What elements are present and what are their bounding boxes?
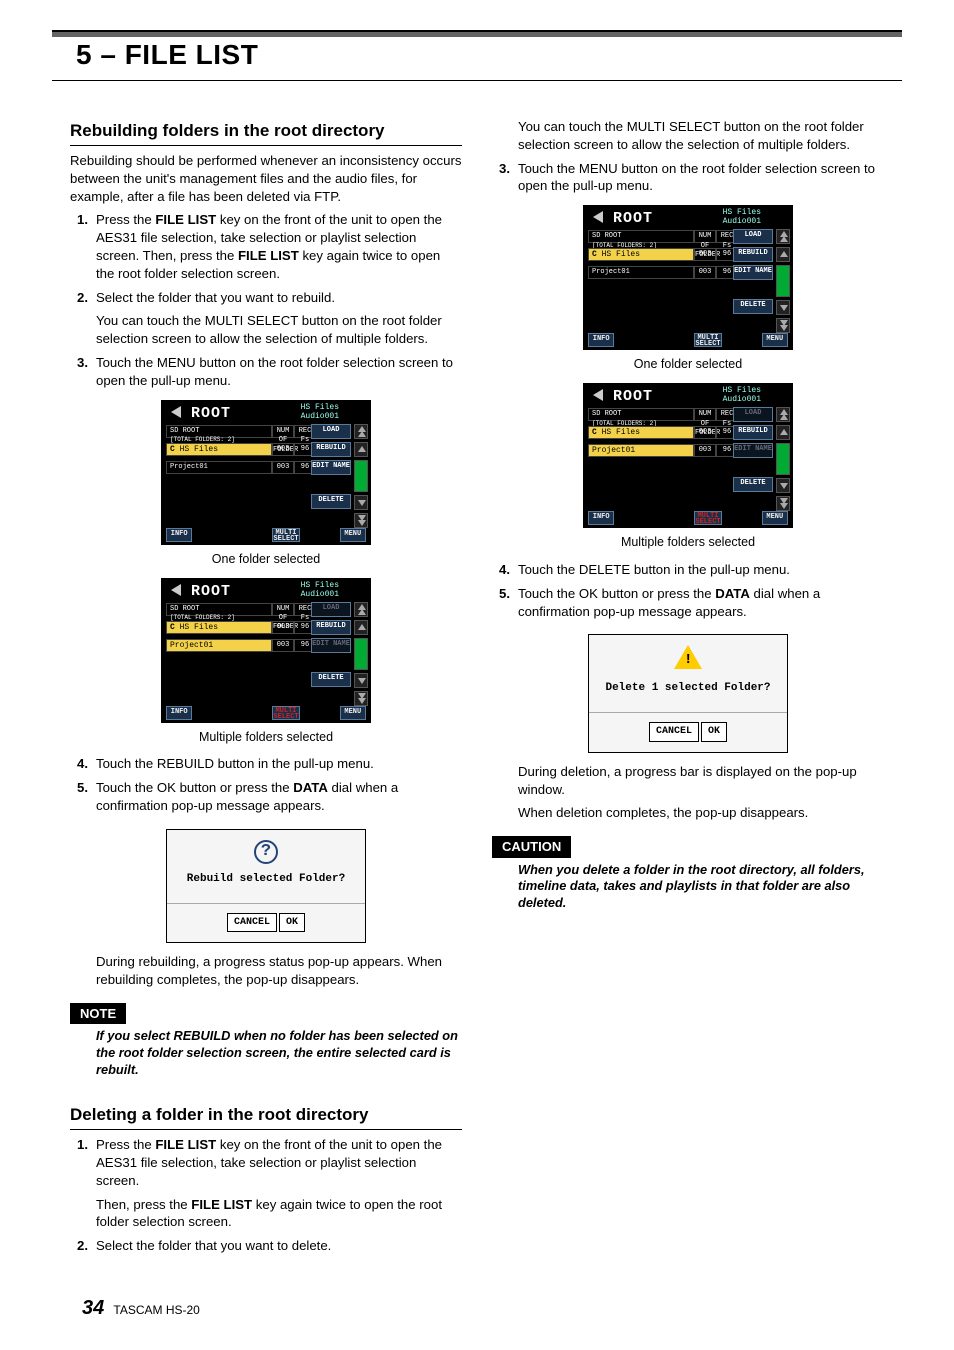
scroll-up-icon[interactable] [776,247,790,262]
question-icon: ? [254,840,278,864]
caption: Multiple folders selected [492,534,884,551]
multi-select-button[interactable]: MULTI SELECT [694,333,721,347]
menu-edit-name: EDIT NAME [311,638,351,653]
scroll-top-icon[interactable] [354,424,368,439]
step-num: 4. [492,561,510,579]
step-num: 5. [70,779,88,797]
menu-rebuild[interactable]: REBUILD [311,620,351,635]
delete-step-3: 3. Touch the MENU button on the root fol… [492,160,884,196]
caption: Multiple folders selected [70,729,462,746]
screenshot-root-one-selected: ROOT HS FilesAudio001 SD ROOT[TOTAL FOLD… [161,400,371,545]
scroll-down-icon[interactable] [354,673,368,688]
delete-continuation: You can touch the MULTI SELECT button on… [518,118,884,154]
menu-edit-name[interactable]: EDIT NAME [733,265,773,280]
step-num: 1. [70,211,88,229]
warning-icon [674,645,702,669]
delete-steps-a: 1. Press the FILE LIST key on the front … [70,1136,462,1255]
scroll-thumb[interactable] [354,460,368,492]
scroll-down-icon[interactable] [354,495,368,510]
menu-load[interactable]: LOAD [311,424,351,439]
screenshot-delete-one-selected: ROOT HS FilesAudio001 SD ROOT[TOTAL FOLD… [583,205,793,350]
menu-button[interactable]: MENU [340,706,366,720]
info-button: INFO [588,511,614,525]
dialog-rebuild-confirm: ? Rebuild selected Folder? CANCELOK [166,829,366,943]
delete-after-2: When deletion completes, the pop-up disa… [518,804,884,822]
delete-steps-b: 4. Touch the DELETE button in the pull-u… [492,561,884,620]
rebuild-intro: Rebuilding should be performed whenever … [70,152,462,205]
info-button[interactable]: INFO [588,333,614,347]
ok-button[interactable]: OK [701,722,727,742]
scroll-down-icon[interactable] [776,300,790,315]
scroll-up-icon[interactable] [776,425,790,440]
scroll-down-icon[interactable] [776,478,790,493]
multi-select-button[interactable]: MULTI SELECT [694,511,721,525]
step-num: 5. [492,585,510,603]
menu-load: LOAD [311,602,351,617]
menu-delete[interactable]: DELETE [733,477,773,492]
scroll-bottom-icon[interactable] [776,496,790,511]
info-button[interactable]: INFO [166,528,192,542]
dialog-delete-confirm: Delete 1 selected Folder? CANCELOK [588,634,788,752]
note-body: If you select REBUILD when no folder has… [96,1028,462,1078]
menu-delete[interactable]: DELETE [733,299,773,314]
note-label: NOTE [70,1003,126,1025]
cancel-button[interactable]: CANCEL [649,722,699,742]
scroll-up-icon[interactable] [354,620,368,635]
multi-select-button[interactable]: MULTI SELECT [272,528,299,542]
model-name: TASCAM HS-20 [113,1303,199,1317]
caption: One folder selected [492,356,884,373]
menu-button[interactable]: MENU [340,528,366,542]
ok-button[interactable]: OK [279,913,305,933]
scroll-up-icon[interactable] [354,442,368,457]
info-button: INFO [166,706,192,720]
main-content: Rebuilding folders in the root directory… [70,118,884,1290]
scroll-bottom-icon[interactable] [776,318,790,333]
rebuild-after: During rebuilding, a progress status pop… [96,953,462,989]
caution-label: CAUTION [492,836,571,858]
multi-select-button[interactable]: MULTI SELECT [272,706,299,720]
menu-delete[interactable]: DELETE [311,494,351,509]
scroll-bottom-icon[interactable] [354,691,368,706]
scroll-thumb[interactable] [776,265,790,297]
menu-load: LOAD [733,407,773,422]
menu-button[interactable]: MENU [762,511,788,525]
step-num: 2. [70,1237,88,1255]
step-num: 3. [70,354,88,372]
menu-edit-name[interactable]: EDIT NAME [311,460,351,475]
menu-rebuild[interactable]: REBUILD [311,442,351,457]
caption: One folder selected [70,551,462,568]
step-num: 3. [492,160,510,178]
cancel-button[interactable]: CANCEL [227,913,277,933]
scroll-thumb[interactable] [776,443,790,475]
scroll-top-icon[interactable] [776,407,790,422]
menu-delete[interactable]: DELETE [311,672,351,687]
step-num: 2. [70,289,88,307]
scroll-top-icon[interactable] [354,602,368,617]
rebuild-steps-b: 4. Touch the REBUILD button in the pull-… [70,755,462,814]
menu-load[interactable]: LOAD [733,229,773,244]
menu-rebuild[interactable]: REBUILD [733,247,773,262]
scroll-bottom-icon[interactable] [354,513,368,528]
chapter-title: 5 – FILE LIST [76,36,878,74]
screenshot-delete-multi-selected: ROOT HS FilesAudio001 SD ROOT[TOTAL FOLD… [583,383,793,528]
scroll-top-icon[interactable] [776,229,790,244]
chapter-header: 5 – FILE LIST [52,30,902,81]
section-delete-title: Deleting a folder in the root directory [70,1104,462,1130]
rebuild-steps-a: 1. Press the FILE LIST key on the front … [70,211,462,389]
caution-body: When you delete a folder in the root dir… [518,862,884,912]
delete-after-1: During deletion, a progress bar is displ… [518,763,884,799]
page-footer: 34 TASCAM HS-20 [82,1295,200,1322]
menu-rebuild[interactable]: REBUILD [733,425,773,440]
step-num: 4. [70,755,88,773]
menu-button[interactable]: MENU [762,333,788,347]
screenshot-root-multi-selected: ROOT HS FilesAudio001 SD ROOT[TOTAL FOLD… [161,578,371,723]
page-number: 34 [82,1297,104,1319]
menu-edit-name: EDIT NAME [733,443,773,458]
section-rebuild-title: Rebuilding folders in the root directory [70,120,462,146]
step-num: 1. [70,1136,88,1154]
scroll-thumb[interactable] [354,638,368,670]
